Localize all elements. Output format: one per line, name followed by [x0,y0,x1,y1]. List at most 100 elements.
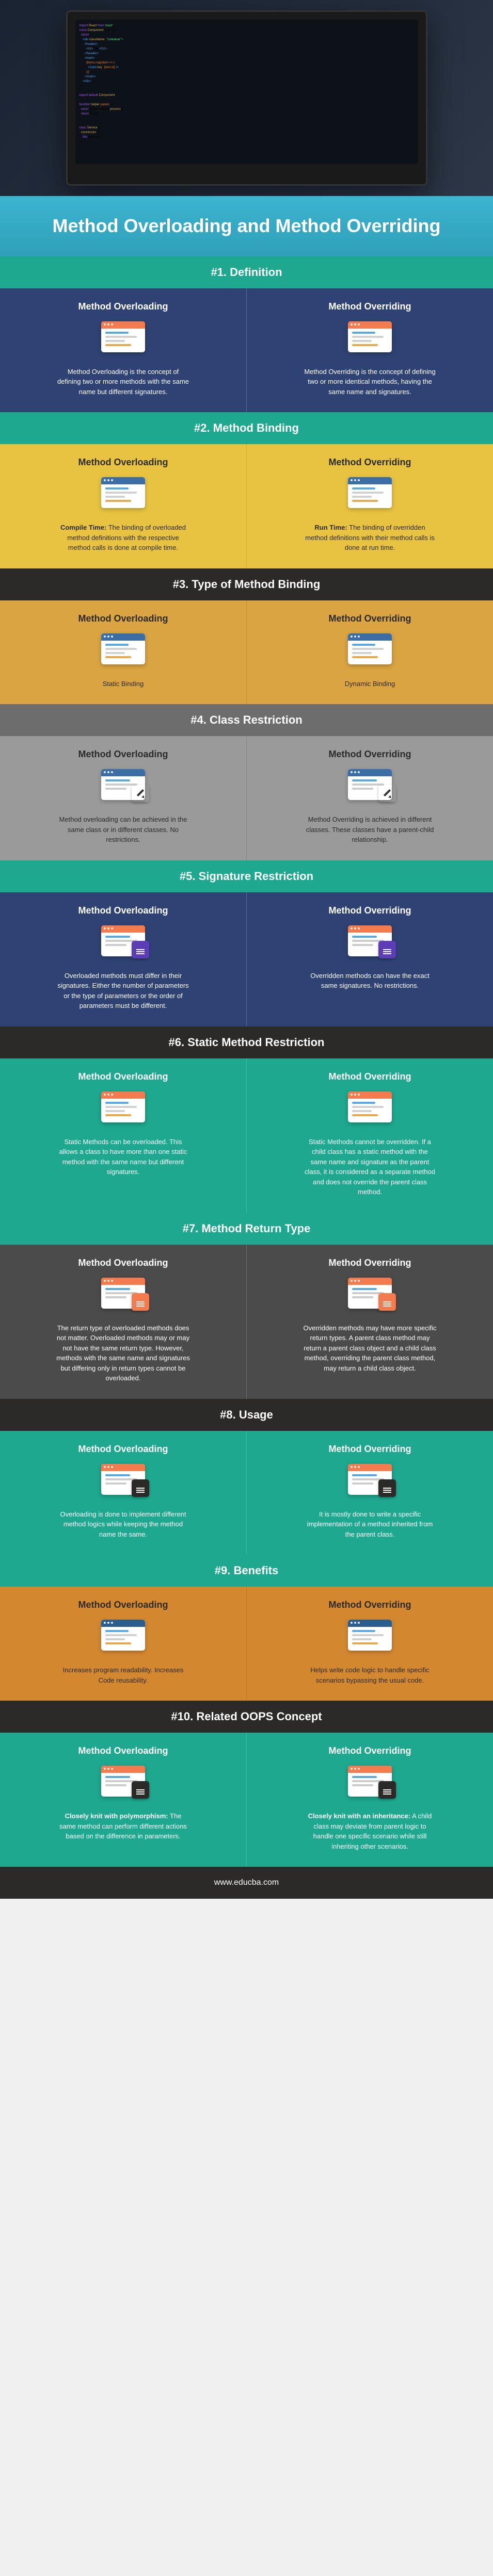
section-heading-4: #4. Class Restriction [0,704,493,736]
comparison-row-3: Method Overloading Static Binding Method… [0,600,493,705]
comparison-row-1: Method Overloading Method Overloading is… [0,288,493,413]
right-col: Method Overriding Method Overriding is t… [246,288,493,413]
overriding-body: Helps write code logic to handle specifi… [303,1665,437,1685]
card-icon [101,633,145,670]
footer-url: www.educba.com [214,1878,279,1887]
right-col: Method Overriding It is mostly done to w… [246,1431,493,1555]
overriding-heading: Method Overriding [257,613,483,624]
right-col: Method Overriding Overridden methods can… [246,892,493,1026]
overriding-body: Dynamic Binding [303,679,437,689]
overriding-heading: Method Overriding [257,749,483,760]
overriding-heading: Method Overriding [257,905,483,916]
overloading-body: Overloaded methods must differ in their … [56,971,190,1011]
section-heading-1: #1. Definition [0,256,493,288]
section-heading-9: #9. Benefits [0,1555,493,1587]
right-col: Method Overriding Run Time: The binding … [246,444,493,568]
footer: www.educba.com [0,1867,493,1899]
right-col: Method Overriding Closely knit with an i… [246,1733,493,1867]
overloading-body: Overloading is done to implement differe… [56,1509,190,1540]
overriding-heading: Method Overriding [257,457,483,468]
right-col: Method Overriding Dynamic Binding [246,600,493,705]
overloading-heading: Method Overloading [10,1746,236,1756]
left-col: Method Overloading Method Overloading is… [0,288,246,413]
right-col: Method Overriding Static Methods cannot … [246,1058,493,1213]
left-col: Method Overloading Compile Time: The bin… [0,444,246,568]
card-icon [101,925,145,961]
overloading-heading: Method Overloading [10,613,236,624]
overloading-heading: Method Overloading [10,1258,236,1268]
left-col: Method Overloading Static Methods can be… [0,1058,246,1213]
overloading-body: Static Methods can be overloaded. This a… [56,1137,190,1177]
left-col: Method Overloading The return type of ov… [0,1245,246,1399]
section-heading-3: #3. Type of Method Binding [0,568,493,600]
overloading-body: Increases program readability. Increases… [56,1665,190,1685]
card-icon [348,633,392,670]
overriding-body: Run Time: The binding of overridden meth… [303,523,437,553]
overriding-heading: Method Overriding [257,301,483,312]
comparison-row-7: Method Overloading The return type of ov… [0,1245,493,1399]
overriding-body: Method Overriding is achieved in differe… [303,814,437,845]
right-col: Method Overriding Overridden methods may… [246,1245,493,1399]
card-icon [101,477,145,513]
right-col: Method Overriding Method Overriding is a… [246,736,493,860]
overloading-heading: Method Overloading [10,905,236,916]
card-icon [101,1091,145,1128]
overloading-body: Method overloading can be achieved in th… [56,814,190,845]
hero-image: import React from 'react' const Componen… [0,0,493,196]
overriding-body: Method Overriding is the concept of defi… [303,367,437,397]
right-col: Method Overriding Helps write code logic… [246,1587,493,1701]
overloading-heading: Method Overloading [10,749,236,760]
overloading-body: Compile Time: The binding of overloaded … [56,523,190,553]
card-icon [348,1620,392,1656]
card-icon [101,1278,145,1314]
card-icon [348,925,392,961]
overloading-heading: Method Overloading [10,1600,236,1610]
card-icon [348,477,392,513]
section-heading-5: #5. Signature Restriction [0,860,493,892]
left-col: Method Overloading Closely knit with pol… [0,1733,246,1867]
card-icon [101,769,145,805]
left-col: Method Overloading Increases program rea… [0,1587,246,1701]
overriding-body: Closely knit with an inheritance: A chil… [303,1811,437,1851]
card-icon [348,1464,392,1500]
left-col: Method Overloading Overloaded methods mu… [0,892,246,1026]
overloading-heading: Method Overloading [10,301,236,312]
title-band: Method Overloading and Method Overriding [0,196,493,256]
overloading-body: Method Overloading is the concept of def… [56,367,190,397]
overriding-body: It is mostly done to write a specific im… [303,1509,437,1540]
comparison-row-8: Method Overloading Overloading is done t… [0,1431,493,1555]
card-icon [101,1766,145,1802]
laptop-graphic: import React from 'react' const Componen… [66,10,427,186]
card-icon [348,769,392,805]
section-heading-2: #2. Method Binding [0,412,493,444]
overriding-heading: Method Overriding [257,1071,483,1082]
overloading-heading: Method Overloading [10,457,236,468]
comparison-row-9: Method Overloading Increases program rea… [0,1587,493,1701]
page-title: Method Overloading and Method Overriding [10,214,483,238]
section-heading-10: #10. Related OOPS Concept [0,1701,493,1733]
section-heading-6: #6. Static Method Restriction [0,1026,493,1058]
overloading-body: Closely knit with polymorphism: The same… [56,1811,190,1841]
card-icon [101,1620,145,1656]
card-icon [348,1091,392,1128]
overriding-body: Overridden methods can have the exact sa… [303,971,437,991]
overriding-heading: Method Overriding [257,1746,483,1756]
comparison-row-2: Method Overloading Compile Time: The bin… [0,444,493,568]
comparison-row-6: Method Overloading Static Methods can be… [0,1058,493,1213]
overriding-heading: Method Overriding [257,1444,483,1455]
section-heading-8: #8. Usage [0,1399,493,1431]
card-icon [101,321,145,357]
overloading-body: Static Binding [56,679,190,689]
overriding-heading: Method Overriding [257,1258,483,1268]
left-col: Method Overloading Overloading is done t… [0,1431,246,1555]
overriding-body: Overridden methods may have more specifi… [303,1323,437,1374]
card-icon [348,1278,392,1314]
comparison-row-10: Method Overloading Closely knit with pol… [0,1733,493,1867]
overloading-heading: Method Overloading [10,1444,236,1455]
comparison-row-5: Method Overloading Overloaded methods mu… [0,892,493,1026]
overloading-heading: Method Overloading [10,1071,236,1082]
overriding-heading: Method Overriding [257,1600,483,1610]
comparison-row-4: Method Overloading Method overloading ca… [0,736,493,860]
overriding-body: Static Methods cannot be overridden. If … [303,1137,437,1197]
section-heading-7: #7. Method Return Type [0,1213,493,1245]
